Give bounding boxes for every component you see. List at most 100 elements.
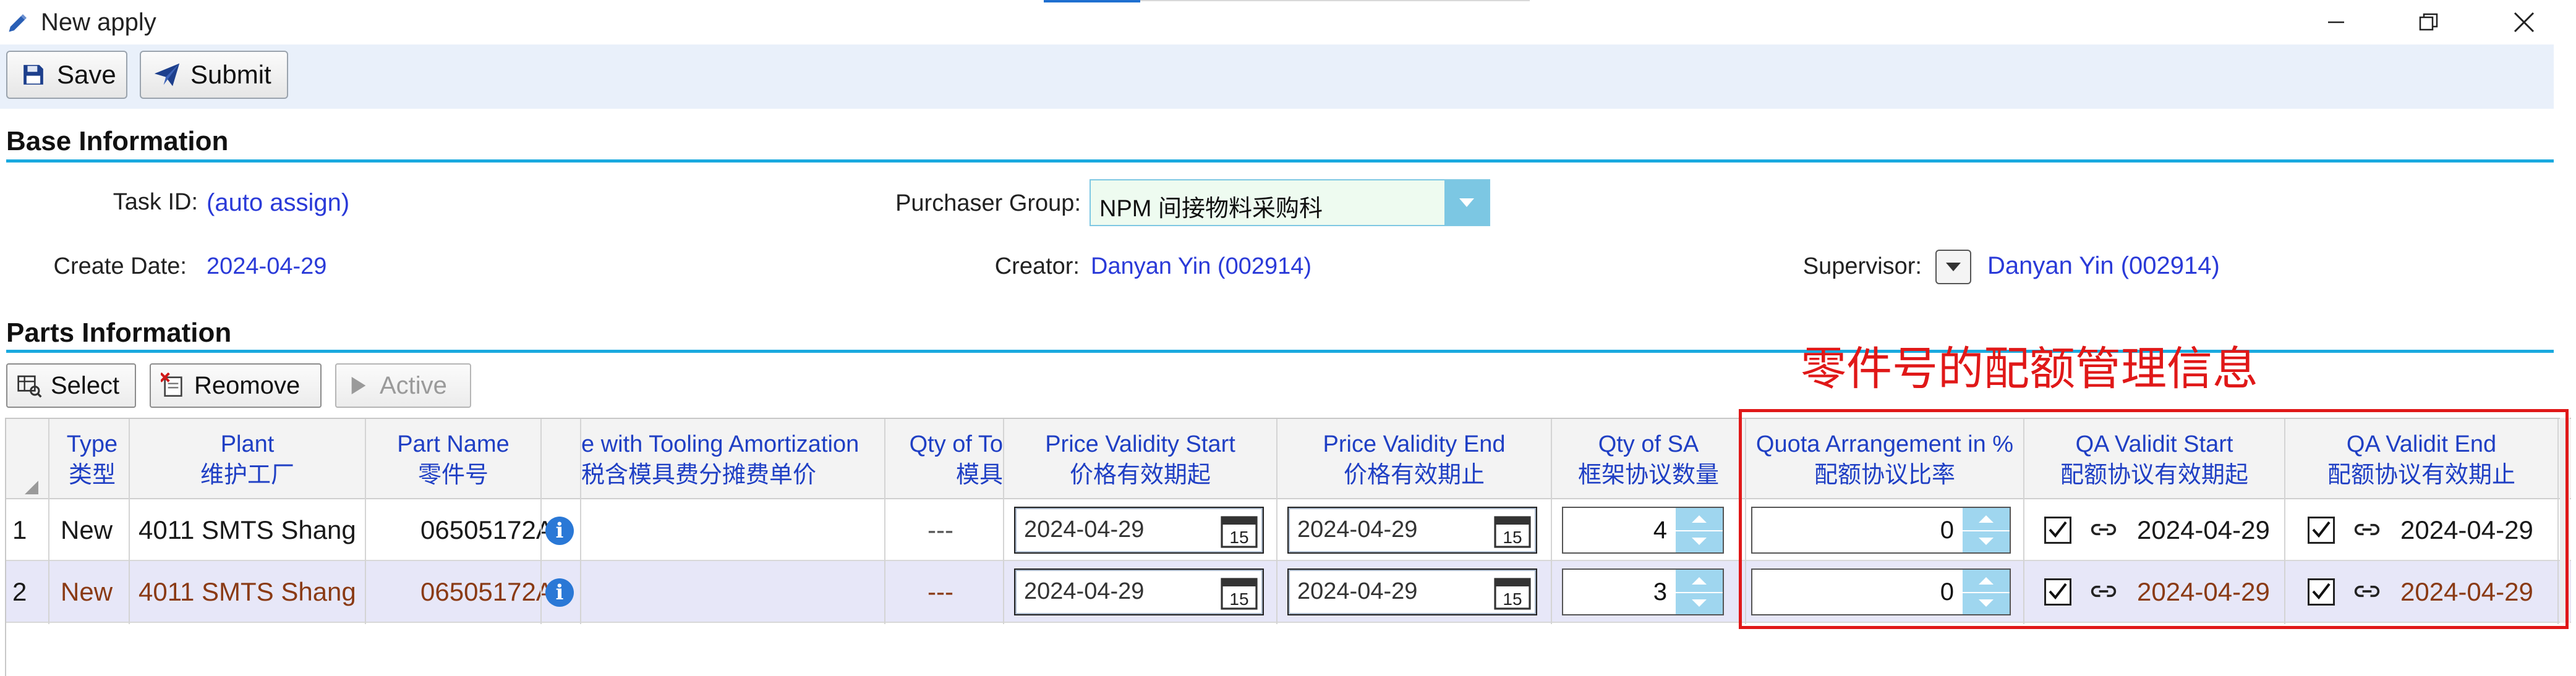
caret-down-icon — [1692, 538, 1707, 545]
select-all-corner-icon[interactable] — [23, 480, 40, 496]
spin-down-button[interactable] — [1676, 530, 1723, 552]
col-separator[interactable] — [1276, 419, 1277, 624]
spin-up-button[interactable] — [1963, 508, 2010, 531]
col-qty-sa-header[interactable]: Qty of SA 框架协议数量 — [1552, 429, 1745, 491]
qty-sa-spinner — [1676, 508, 1723, 552]
link-icon[interactable] — [2090, 520, 2117, 539]
link-icon[interactable] — [2353, 520, 2381, 539]
price-validity-end-datepicker[interactable]: 2024-04-29 15 — [1287, 568, 1537, 615]
spin-down-button[interactable] — [1963, 530, 2010, 552]
caret-up-icon — [1979, 577, 1994, 585]
col-separator[interactable] — [540, 419, 542, 624]
col-separator[interactable] — [884, 419, 885, 624]
info-icon[interactable]: i — [545, 517, 574, 545]
col-separator[interactable] — [1551, 419, 1552, 624]
calendar-icon[interactable]: 15 — [1221, 575, 1258, 611]
supervisor-dropdown-button[interactable] — [1935, 250, 1971, 284]
qa-end-date[interactable]: 2024-04-29 — [2400, 499, 2533, 561]
chevron-down-icon — [1459, 198, 1474, 207]
caret-up-icon — [1979, 515, 1994, 523]
window-title: New apply — [41, 9, 156, 36]
caret-up-icon — [1692, 515, 1707, 523]
col-separator[interactable] — [2284, 419, 2285, 624]
minimize-button[interactable] — [2318, 5, 2355, 40]
price-validity-start-datepicker[interactable]: 2024-04-29 15 — [1014, 568, 1264, 615]
qty-sa-stepper[interactable]: 3 — [1562, 568, 1724, 615]
qa-start-checkbox[interactable] — [2044, 578, 2071, 606]
col-separator[interactable] — [580, 419, 581, 624]
supervisor-label: Supervisor: — [1802, 253, 1922, 279]
purchaser-group-label: Purchaser Group: — [895, 190, 1081, 216]
save-label: Save — [57, 60, 116, 89]
dropdown-toggle[interactable] — [1444, 180, 1489, 225]
checkmark-icon — [2049, 583, 2067, 600]
chevron-down-icon — [1946, 263, 1961, 271]
qa-start-date[interactable]: 2024-04-29 — [2137, 499, 2270, 561]
select-button[interactable]: Select — [6, 363, 136, 408]
task-id-label: Task ID: — [113, 189, 198, 215]
col-separator[interactable] — [365, 419, 366, 624]
qa-end-checkbox[interactable] — [2308, 517, 2335, 544]
save-button[interactable]: Save — [6, 51, 127, 99]
price-validity-start-datepicker[interactable]: 2024-04-29 15 — [1014, 507, 1264, 554]
active-button[interactable]: Active — [335, 363, 471, 408]
table-row[interactable]: 2 New 4011 SMTS Shang 06505172AA i --- 2… — [6, 561, 2571, 623]
checkmark-icon — [2312, 583, 2331, 600]
submit-button[interactable]: Submit — [140, 51, 288, 99]
col-price-validity-start-header[interactable]: Price Validity Start 价格有效期起 — [1004, 429, 1276, 491]
col-price-validity-end-header[interactable]: Price Validity End 价格有效期止 — [1277, 429, 1551, 491]
col-price-tooling-header[interactable]: e with Tooling Amortization 税含模具费分摊费单价 — [581, 429, 878, 491]
plant-cell: 4011 SMTS Shang — [139, 577, 356, 606]
quota-stepper[interactable]: 0 — [1751, 568, 2011, 615]
spin-down-button[interactable] — [1963, 592, 2010, 614]
spin-up-button[interactable] — [1963, 570, 2010, 593]
col-separator[interactable] — [1003, 419, 1004, 624]
spin-up-button[interactable] — [1676, 570, 1723, 593]
close-button[interactable] — [2506, 5, 2543, 40]
quota-value: 0 — [1940, 578, 1954, 606]
info-icon[interactable]: i — [545, 578, 574, 607]
col-separator[interactable] — [1745, 419, 1746, 624]
table-row[interactable]: 1 New 4011 SMTS Shang 06505172AA i --- 2… — [6, 499, 2571, 561]
calendar-icon[interactable]: 15 — [1221, 513, 1258, 549]
task-id-value: (auto assign) — [207, 189, 350, 216]
restore-button[interactable] — [2410, 5, 2447, 40]
remove-document-icon — [160, 372, 187, 399]
qty-sa-stepper[interactable]: 4 — [1562, 507, 1724, 554]
link-icon[interactable] — [2353, 582, 2381, 601]
col-separator[interactable] — [2023, 419, 2024, 624]
col-separator[interactable] — [2557, 419, 2559, 624]
type-cell: New — [61, 515, 113, 544]
grid-vertical-scrollbar[interactable] — [2560, 418, 2570, 623]
remove-button[interactable]: Reomove — [150, 363, 322, 408]
caret-down-icon — [1692, 599, 1707, 607]
col-separator[interactable] — [48, 419, 49, 624]
qa-end-date[interactable]: 2024-04-29 — [2400, 561, 2533, 623]
price-validity-end-datepicker[interactable]: 2024-04-29 15 — [1287, 507, 1537, 554]
pencil-icon — [9, 14, 27, 32]
price-validity-start-value: 2024-04-29 — [1024, 517, 1145, 543]
caret-up-icon — [1692, 577, 1707, 585]
qa-start-date[interactable]: 2024-04-29 — [2137, 561, 2270, 623]
calendar-icon[interactable]: 15 — [1494, 575, 1531, 611]
col-part-name-header[interactable]: Part Name 零件号 — [366, 429, 540, 491]
col-quota-header[interactable]: Quota Arrangement in % 配额协议比率 — [1746, 429, 2023, 491]
qa-end-checkbox[interactable] — [2308, 578, 2335, 606]
spin-up-button[interactable] — [1676, 508, 1723, 531]
creator-value: Danyan Yin (002914) — [1091, 253, 1312, 279]
col-qty-tooling-header[interactable]: Qty of To 模具 — [887, 429, 1005, 491]
calendar-icon[interactable]: 15 — [1494, 513, 1531, 549]
active-label: Active — [380, 371, 447, 399]
col-qa-start-header[interactable]: QA Validit Start 配额协议有效期起 — [2024, 429, 2284, 491]
quota-value: 0 — [1940, 517, 1954, 544]
spin-down-button[interactable] — [1676, 592, 1723, 614]
col-plant-header[interactable]: Plant 维护工厂 — [130, 429, 365, 491]
col-qa-end-header[interactable]: QA Validit End 配额协议有效期止 — [2285, 429, 2557, 491]
link-icon[interactable] — [2090, 582, 2117, 601]
purchaser-group-dropdown[interactable]: NPM 间接物料采购科 — [1090, 179, 1490, 226]
quota-stepper[interactable]: 0 — [1751, 507, 2011, 554]
qa-start-checkbox[interactable] — [2044, 517, 2071, 544]
close-icon — [2514, 12, 2535, 33]
col-type-header[interactable]: Type 类型 — [56, 429, 129, 491]
col-separator[interactable] — [129, 419, 130, 624]
